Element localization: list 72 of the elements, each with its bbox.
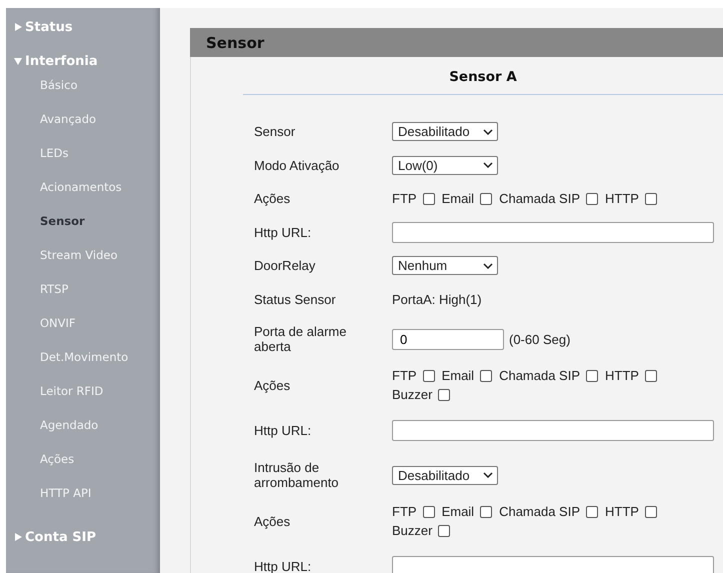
nav-item[interactable]: LEDs xyxy=(6,146,160,180)
chevron-icon xyxy=(483,162,493,168)
field-label: Sensor xyxy=(254,124,296,140)
nav-item[interactable]: HTTP API xyxy=(6,486,160,520)
checkbox[interactable] xyxy=(586,192,598,205)
field-label: Modo Ativação xyxy=(254,158,340,173)
field-label: Ações xyxy=(254,378,292,392)
checkbox-label: HTTP xyxy=(605,368,639,383)
nav-item[interactable]: Básico xyxy=(6,78,160,112)
field-label: DoorRelay xyxy=(254,258,316,274)
unit-label: (0-60 Seg) xyxy=(509,332,570,346)
checkbox[interactable] xyxy=(644,192,657,205)
nav-item[interactable]: Det.Movimento xyxy=(6,350,160,384)
nav-item[interactable]: Sensor xyxy=(6,214,160,248)
checkbox-label: Buzzer xyxy=(392,523,432,538)
nav-item[interactable]: Agendado xyxy=(6,418,160,452)
nav-item[interactable]: Avançado xyxy=(6,112,160,146)
field-label: Ações xyxy=(254,191,292,206)
checkbox-label: Email xyxy=(442,504,474,519)
checkbox[interactable] xyxy=(644,370,657,382)
field-label: Ações xyxy=(254,514,292,528)
section-title: Sensor A xyxy=(448,68,518,87)
chevron-icon xyxy=(483,472,493,478)
url-field[interactable] xyxy=(392,556,714,573)
nav-group[interactable]: Status xyxy=(6,10,160,44)
checkbox[interactable] xyxy=(438,388,450,400)
nav-item[interactable]: Ações xyxy=(6,452,160,486)
dropdown[interactable]: Desabilitado xyxy=(392,122,498,142)
checkbox[interactable] xyxy=(480,192,492,205)
chevron-icon xyxy=(483,262,493,269)
nav-group[interactable]: Conta SIP xyxy=(6,520,160,554)
nav-item[interactable]: RTSP xyxy=(6,282,160,316)
checkbox-label: Chamada SIP xyxy=(499,504,580,519)
checkbox[interactable] xyxy=(422,370,435,382)
checkbox[interactable] xyxy=(438,524,450,536)
checkbox-label: FTP xyxy=(392,368,417,383)
checkbox-label: FTP xyxy=(392,191,417,206)
dropdown[interactable]: Nenhum xyxy=(392,256,498,276)
field-label: Http URL: xyxy=(254,422,312,438)
checkbox[interactable] xyxy=(480,506,492,518)
field-label: Porta de alarme aberta xyxy=(254,324,348,354)
checkbox-label: HTTP xyxy=(605,504,639,519)
checkbox-label: Email xyxy=(442,191,474,206)
url-field[interactable] xyxy=(392,420,714,440)
field-label: Http URL: xyxy=(254,224,312,240)
url-field[interactable] xyxy=(392,222,714,243)
checkbox-label: Email xyxy=(442,368,474,383)
status-value: PortaA: High(1) xyxy=(392,292,483,307)
field-label: Intrusão de arrombamento xyxy=(254,460,340,490)
checkbox[interactable] xyxy=(480,370,492,382)
checkbox-label: Buzzer xyxy=(392,387,432,402)
nav-item[interactable]: ONVIF xyxy=(6,316,160,350)
checkbox-label: Chamada SIP xyxy=(499,368,580,383)
field-label: Http URL: xyxy=(254,558,312,573)
dropdown[interactable]: Desabilitado xyxy=(392,466,498,484)
nav-item[interactable]: Acionamentos xyxy=(6,180,160,214)
chevron-icon xyxy=(483,128,493,135)
nav-item[interactable]: Leitor RFID xyxy=(6,384,160,418)
checkbox[interactable] xyxy=(422,192,435,205)
dropdown[interactable]: Low(0) xyxy=(392,156,498,175)
checkbox-label: FTP xyxy=(392,504,417,519)
nav-item[interactable]: Stream Video xyxy=(6,248,160,282)
checkbox[interactable] xyxy=(586,506,598,518)
number-field[interactable]: 0 xyxy=(392,328,504,350)
nav-group[interactable]: Interfonia xyxy=(6,44,160,78)
field-label: Status Sensor xyxy=(254,292,337,307)
checkbox-label: HTTP xyxy=(605,191,639,206)
checkbox[interactable] xyxy=(644,506,657,518)
checkbox-label: Chamada SIP xyxy=(499,191,580,206)
checkbox[interactable] xyxy=(422,506,435,518)
checkbox[interactable] xyxy=(586,370,598,382)
panel-title: Sensor xyxy=(206,34,264,52)
